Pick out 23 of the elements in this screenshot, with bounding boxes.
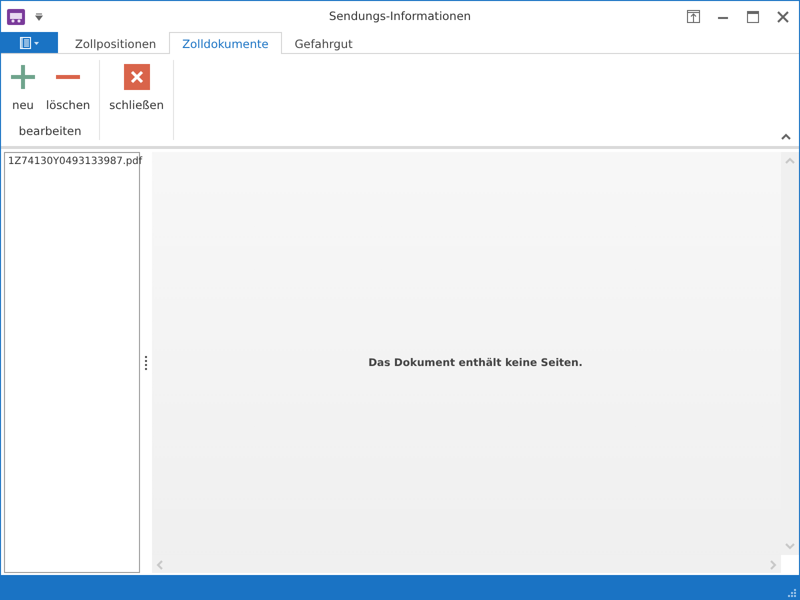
ribbon-button[interactable]: neu	[5, 60, 41, 114]
close-icon	[777, 10, 789, 22]
file-menu-button[interactable]	[1, 32, 58, 53]
resize-grip-icon[interactable]	[788, 589, 796, 597]
ribbon-button[interactable]: löschen	[41, 60, 96, 114]
empty-message: Das Dokument enthält keine Seiten.	[368, 356, 583, 368]
splitter-grip-icon[interactable]	[144, 356, 148, 370]
pin-icon	[686, 10, 700, 23]
tab[interactable]: Zollpositionen	[62, 33, 170, 54]
group-label: bearbeiten	[18, 124, 82, 140]
collapse-icon[interactable]	[781, 133, 791, 140]
maximize-icon	[747, 10, 759, 22]
dropdown-icon[interactable]	[35, 12, 43, 20]
tab[interactable]: Zolldokumente	[169, 32, 282, 54]
tab[interactable]: Gefahrgut	[282, 33, 366, 54]
close-icon	[124, 64, 150, 90]
plus-icon	[10, 64, 36, 90]
minimize-icon	[718, 16, 728, 18]
minus-icon	[55, 75, 82, 79]
menu-icon	[18, 36, 40, 48]
ribbon-button[interactable]: schließen	[104, 60, 169, 114]
window-title: Sendungs-Informationen	[329, 9, 471, 23]
truck-icon[interactable]	[7, 8, 25, 24]
